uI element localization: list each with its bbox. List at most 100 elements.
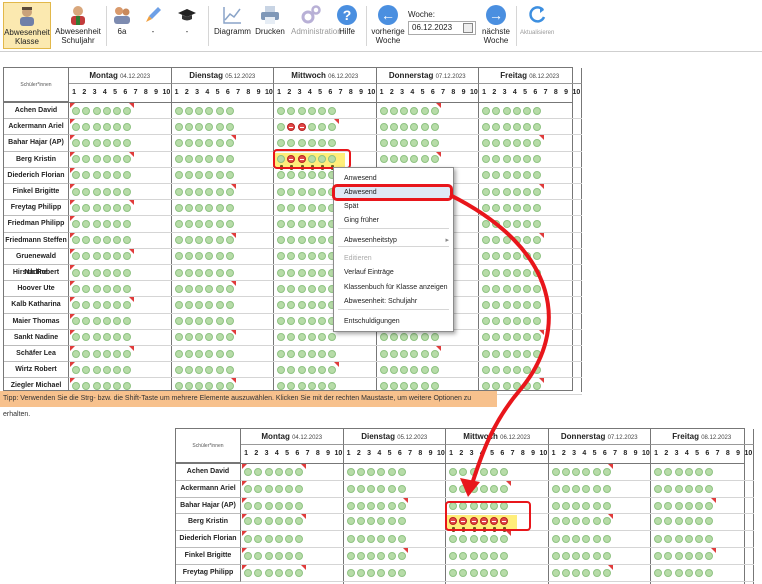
- present-dot[interactable]: [82, 301, 91, 309]
- present-dot[interactable]: [492, 317, 501, 326]
- present-dot[interactable]: [502, 139, 511, 147]
- present-dot[interactable]: [123, 382, 132, 390]
- present-dot[interactable]: [533, 106, 542, 115]
- present-dot[interactable]: [492, 252, 501, 261]
- student-name[interactable]: Berg Kristin: [176, 514, 241, 532]
- present-dot[interactable]: [205, 220, 214, 228]
- present-dot[interactable]: [654, 467, 662, 476]
- present-dot[interactable]: [92, 171, 101, 180]
- present-dot[interactable]: [113, 333, 121, 342]
- present-dot[interactable]: [482, 236, 490, 245]
- present-dot[interactable]: [82, 154, 91, 163]
- present-dot[interactable]: [102, 122, 111, 131]
- present-dot[interactable]: [479, 467, 488, 476]
- present-dot[interactable]: [502, 236, 511, 245]
- present-dot[interactable]: [287, 349, 296, 358]
- present-dot[interactable]: [277, 349, 285, 358]
- present-dot[interactable]: [705, 535, 714, 544]
- present-dot[interactable]: [492, 187, 501, 196]
- present-dot[interactable]: [592, 568, 601, 577]
- absence-class-button[interactable]: Abwesenheit Klasse: [3, 2, 51, 49]
- present-dot[interactable]: [502, 122, 511, 131]
- present-dot[interactable]: [400, 382, 408, 390]
- present-dot[interactable]: [285, 467, 293, 476]
- present-dot[interactable]: [592, 467, 601, 476]
- present-dot[interactable]: [705, 484, 714, 493]
- present-dot[interactable]: [346, 551, 355, 560]
- present-dot[interactable]: [469, 568, 478, 577]
- present-dot[interactable]: [205, 171, 214, 180]
- present-dot[interactable]: [184, 317, 193, 326]
- present-dot[interactable]: [184, 122, 193, 131]
- present-dot[interactable]: [592, 551, 601, 560]
- present-dot[interactable]: [225, 171, 234, 180]
- present-dot[interactable]: [307, 268, 316, 277]
- present-dot[interactable]: [113, 236, 121, 245]
- absence-year-button[interactable]: Abwesenheit Schuljahr: [55, 2, 101, 49]
- present-dot[interactable]: [572, 535, 580, 544]
- present-dot[interactable]: [482, 106, 490, 115]
- present-dot[interactable]: [502, 203, 511, 212]
- student-name[interactable]: Gruenewald Nadine: [4, 248, 69, 276]
- present-dot[interactable]: [82, 317, 91, 326]
- present-dot[interactable]: [174, 317, 183, 326]
- student-name[interactable]: Hirsch Robert: [4, 265, 69, 282]
- present-dot[interactable]: [215, 317, 224, 326]
- present-dot[interactable]: [195, 154, 203, 163]
- present-dot[interactable]: [307, 382, 316, 390]
- present-dot[interactable]: [533, 365, 542, 374]
- present-dot[interactable]: [205, 106, 214, 115]
- present-dot[interactable]: [92, 284, 101, 293]
- present-dot[interactable]: [533, 349, 542, 358]
- present-dot[interactable]: [523, 171, 531, 180]
- present-dot[interactable]: [512, 139, 521, 147]
- present-dot[interactable]: [205, 317, 214, 326]
- present-dot[interactable]: [492, 154, 501, 163]
- present-dot[interactable]: [184, 220, 193, 228]
- present-dot[interactable]: [82, 171, 91, 180]
- present-dot[interactable]: [295, 484, 304, 493]
- present-dot[interactable]: [512, 106, 521, 115]
- present-dot[interactable]: [387, 568, 396, 577]
- present-dot[interactable]: [674, 568, 683, 577]
- present-dot[interactable]: [705, 517, 714, 526]
- present-dot[interactable]: [705, 467, 714, 476]
- present-dot[interactable]: [512, 333, 521, 342]
- present-dot[interactable]: [195, 171, 203, 180]
- present-dot[interactable]: [274, 467, 283, 476]
- present-dot[interactable]: [82, 203, 91, 212]
- present-dot[interactable]: [195, 122, 203, 131]
- present-dot[interactable]: [523, 236, 531, 245]
- present-dot[interactable]: [287, 333, 296, 342]
- present-dot[interactable]: [387, 467, 396, 476]
- present-dot[interactable]: [533, 122, 542, 131]
- present-dot[interactable]: [174, 187, 183, 196]
- present-dot[interactable]: [92, 349, 101, 358]
- present-dot[interactable]: [274, 535, 283, 544]
- present-dot[interactable]: [297, 187, 306, 196]
- next-week-button[interactable]: → nächste Woche: [480, 2, 512, 49]
- present-dot[interactable]: [400, 154, 408, 163]
- present-dot[interactable]: [92, 122, 101, 131]
- present-dot[interactable]: [356, 467, 365, 476]
- present-dot[interactable]: [492, 268, 501, 277]
- present-dot[interactable]: [195, 187, 203, 196]
- student-name[interactable]: Sankt Nadine: [4, 329, 69, 346]
- present-dot[interactable]: [582, 535, 591, 544]
- absent-dot[interactable]: [287, 122, 296, 131]
- present-dot[interactable]: [244, 551, 252, 560]
- present-dot[interactable]: [82, 236, 91, 245]
- present-dot[interactable]: [318, 268, 326, 277]
- present-dot[interactable]: [356, 551, 365, 560]
- present-dot[interactable]: [92, 187, 101, 196]
- present-dot[interactable]: [244, 467, 252, 476]
- present-dot[interactable]: [523, 365, 531, 374]
- present-dot[interactable]: [502, 106, 511, 115]
- present-dot[interactable]: [102, 301, 111, 309]
- student-name[interactable]: Diederich Florian: [176, 531, 241, 548]
- present-dot[interactable]: [459, 568, 468, 577]
- present-dot[interactable]: [307, 139, 316, 147]
- present-dot[interactable]: [285, 484, 293, 493]
- present-dot[interactable]: [82, 382, 91, 390]
- present-dot[interactable]: [523, 268, 531, 277]
